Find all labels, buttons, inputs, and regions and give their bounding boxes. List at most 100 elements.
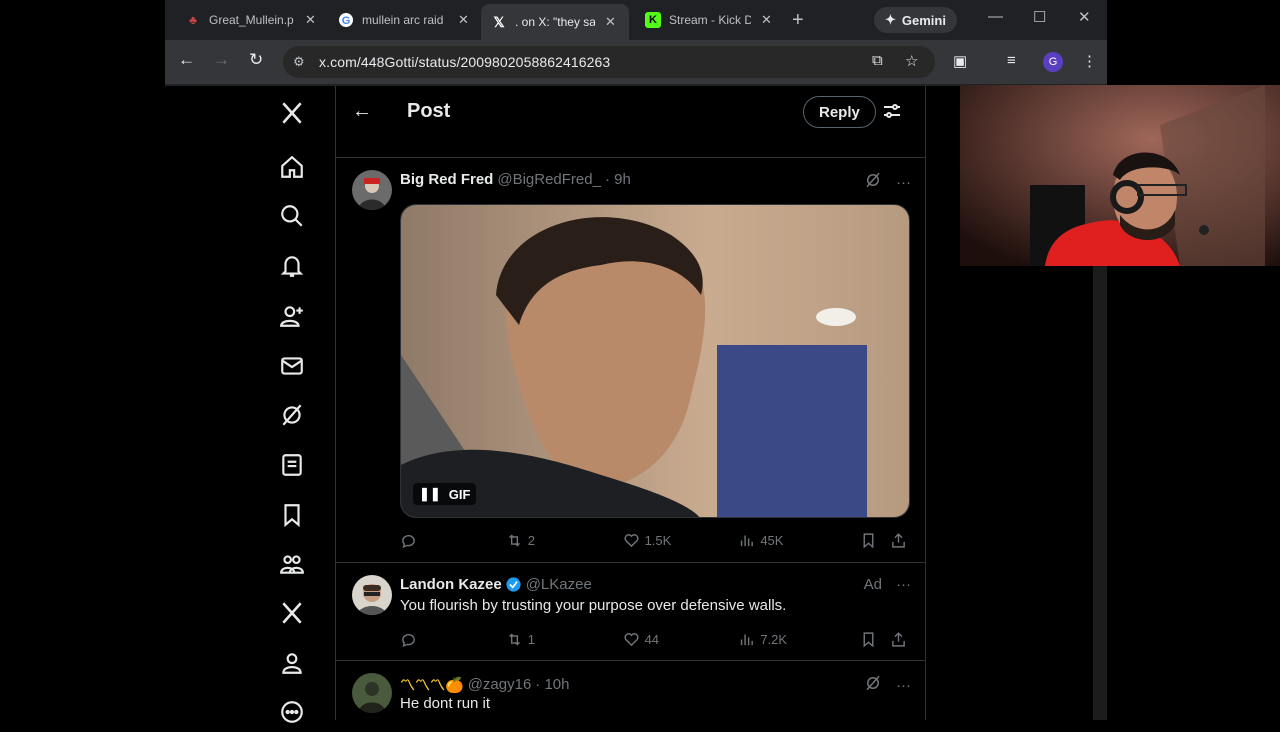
bookmark-star-icon[interactable]: ☆ [905, 52, 918, 70]
profile-avatar[interactable]: G [1043, 52, 1063, 72]
x-logo-icon: 𝕏 [493, 13, 505, 30]
tab-title: . on X: "they sai [515, 15, 595, 29]
tweet-menu: ··· [864, 171, 911, 193]
tab-search-icon[interactable]: ▣ [953, 52, 967, 70]
tweet-ad-landon-kazee[interactable]: Landon Kazee @LKazee Ad ··· You flourish… [336, 563, 925, 661]
timestamp[interactable]: · 9h [605, 171, 631, 188]
reply-settings-icon[interactable] [882, 100, 902, 127]
page-title: Post [407, 100, 451, 122]
avatar[interactable] [352, 673, 392, 713]
display-name[interactable]: Landon Kazee [400, 576, 502, 593]
share-action[interactable] [890, 631, 910, 648]
close-tab-icon[interactable]: ✕ [761, 12, 772, 28]
grok-icon[interactable] [270, 395, 314, 435]
user-handle[interactable]: @zagy16 [468, 676, 532, 693]
gemini-button[interactable]: ✦ Gemini [874, 7, 957, 33]
tab-title: mullein arc raid [362, 13, 444, 27]
tweet-author: Landon Kazee @LKazee [400, 576, 592, 593]
close-window-icon[interactable]: ✕ [1078, 8, 1091, 26]
gif-media[interactable]: ❚❚ GIF [400, 204, 910, 518]
avatar[interactable] [352, 170, 392, 210]
tweet-big-red-fred[interactable]: Big Red Fred @BigRedFred_ · 9h ··· ❚❚ GI… [336, 158, 925, 563]
more-options-icon[interactable] [270, 692, 314, 732]
reply-button[interactable]: Reply [803, 96, 876, 128]
user-handle[interactable]: @LKazee [526, 576, 592, 593]
repost-action[interactable]: 1 [506, 631, 623, 648]
tab-google-search[interactable]: G mullein arc raid ✕ [328, 4, 479, 36]
back-arrow-icon[interactable]: ← [178, 50, 195, 70]
post-column: ← Post Reply Big Red Fred @BigRedFred_ ·… [335, 86, 926, 720]
display-name[interactable]: 〽〽〽🍊 [400, 674, 464, 695]
url-text[interactable]: x.com/448Gotti/status/200980205886241626… [319, 54, 610, 70]
follow-add-user-icon[interactable] [270, 296, 314, 336]
close-tab-icon[interactable]: ✕ [605, 14, 616, 30]
more-menu-icon[interactable]: ··· [896, 174, 911, 191]
tab-kick-stream[interactable]: K Stream - Kick D ✕ [635, 4, 782, 36]
reply-icon [402, 534, 415, 548]
close-tab-icon[interactable]: ✕ [305, 12, 316, 28]
tab-great-mullein[interactable]: ♣ Great_Mullein.p ✕ [175, 4, 326, 36]
tweet-author: Big Red Fred @BigRedFred_ · 9h [400, 171, 631, 188]
back-arrow-icon[interactable]: ← [352, 100, 372, 123]
reply-action[interactable] [400, 532, 506, 549]
avatar[interactable] [352, 575, 392, 615]
like-action[interactable]: 1.5K [623, 532, 739, 549]
home-icon[interactable] [270, 147, 314, 187]
user-handle[interactable]: @BigRedFred_ [497, 171, 601, 188]
view-count: 45K [760, 532, 784, 548]
views-action[interactable]: 45K [738, 532, 860, 549]
timestamp[interactable]: · 10h [535, 676, 569, 693]
x-home-logo-icon[interactable] [270, 93, 314, 133]
grok-icon[interactable] [864, 171, 882, 193]
like-action[interactable]: 44 [623, 631, 739, 648]
grok-icon[interactable] [864, 674, 882, 696]
like-count: 1.5K [644, 532, 672, 548]
bookmarks-icon[interactable] [270, 495, 314, 535]
repost-action[interactable]: 2 [506, 532, 623, 549]
menu-kebab-icon[interactable]: ⋮ [1082, 52, 1097, 70]
gemini-label: Gemini [901, 12, 946, 28]
repost-count: 2 [527, 532, 536, 548]
maximize-icon[interactable]: ☐ [1033, 8, 1046, 26]
display-name[interactable]: Big Red Fred [400, 171, 493, 188]
heart-icon [624, 632, 639, 646]
share-action[interactable] [890, 532, 910, 549]
repost-count: 1 [527, 631, 536, 647]
kick-icon: K [645, 12, 661, 28]
media-controls-icon[interactable]: ≡ [1007, 52, 1016, 69]
address-bar[interactable]: ⚙ x.com/448Gotti/status/2009802058862416… [283, 46, 935, 78]
gif-label: GIF [448, 486, 471, 502]
gemini-sparkle-icon: ✦ [885, 12, 896, 27]
search-icon[interactable] [270, 196, 314, 236]
messages-mail-icon[interactable] [270, 346, 314, 386]
communities-icon[interactable] [270, 544, 314, 584]
notifications-bell-icon[interactable] [270, 246, 314, 286]
reload-icon[interactable]: ↻ [249, 50, 263, 70]
tweet-menu: ··· [864, 674, 911, 696]
bookmark-action[interactable] [860, 532, 890, 549]
share-icon [892, 532, 905, 548]
premium-x-icon[interactable] [270, 593, 314, 633]
install-app-icon[interactable]: ⧉ [872, 52, 883, 69]
browser-window: ♣ Great_Mullein.p ✕ G mullein arc raid ✕… [165, 0, 1107, 86]
site-info-icon[interactable]: ⚙ [293, 54, 311, 70]
reply-icon [402, 633, 415, 647]
more-menu-icon[interactable]: ··· [896, 576, 911, 593]
pause-icon[interactable]: ❚❚ [419, 486, 441, 502]
profile-icon[interactable] [270, 643, 314, 683]
minimize-icon[interactable]: — [988, 8, 1003, 25]
scrollbar[interactable] [1093, 266, 1107, 720]
tweet-zagy16[interactable]: 〽〽〽🍊 @zagy16 · 10h ··· He dont run it [336, 661, 925, 720]
views-action[interactable]: 7.2K [738, 631, 860, 648]
tab-x-post[interactable]: 𝕏 . on X: "they sai ✕ [481, 4, 629, 40]
bookmark-icon [863, 532, 874, 548]
tweet-actions: 1 44 7.2K [400, 629, 910, 649]
reply-action[interactable] [400, 631, 506, 648]
new-tab-button[interactable]: + [792, 9, 804, 32]
close-tab-icon[interactable]: ✕ [458, 12, 469, 28]
more-menu-icon[interactable]: ··· [896, 677, 911, 694]
gif-badge[interactable]: ❚❚ GIF [413, 483, 477, 505]
forward-arrow-icon[interactable]: → [213, 50, 230, 70]
bookmark-action[interactable] [860, 631, 890, 648]
lists-icon[interactable] [270, 445, 314, 485]
